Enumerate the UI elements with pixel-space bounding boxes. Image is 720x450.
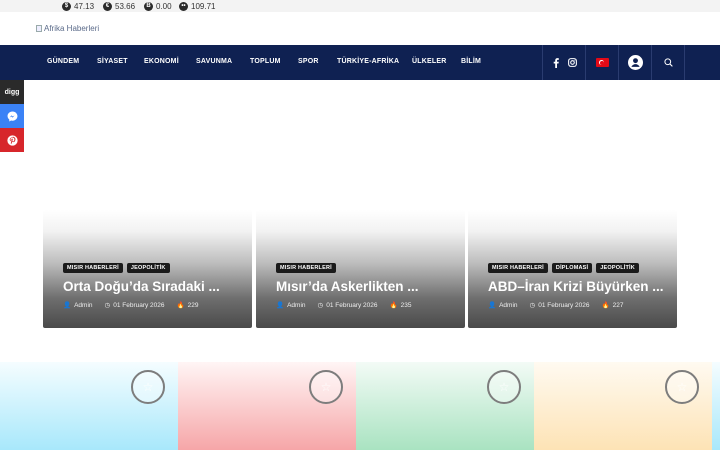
category-tile-green[interactable]: ☆ <box>356 362 534 450</box>
card-author[interactable]: Admin <box>499 302 517 309</box>
nav-item-bilim[interactable]: BİLİM <box>461 58 481 65</box>
language-flag-tr-icon[interactable] <box>586 45 618 80</box>
category-tile-blue[interactable]: ☆ <box>0 362 178 450</box>
news-card[interactable]: MISIR HABERLERİ Mısır’da Askerlikten ...… <box>256 210 465 328</box>
ticker-value: 47.13 <box>74 1 95 11</box>
star-icon: ☆ <box>131 370 165 404</box>
card-meta: 👤 Admin ◷ 01 February 2026 🔥 227 <box>488 301 635 310</box>
card-date: 01 February 2026 <box>326 301 378 309</box>
star-icon: ☆ <box>309 370 343 404</box>
main-navigation: GÜNDEM SİYASET EKONOMİ SAVUNMA TOPLUM SP… <box>0 45 720 80</box>
dollar-icon: $ <box>62 1 71 11</box>
facebook-icon[interactable] <box>549 45 563 80</box>
instagram-icon[interactable] <box>565 45 579 80</box>
card-author[interactable]: Admin <box>74 302 92 309</box>
currency-ticker: $ 47.13 € 53.66 B 0.00 •• 109.71 <box>0 0 720 12</box>
category-tag[interactable]: MISIR HABERLERİ <box>63 263 123 273</box>
category-tile-partial[interactable] <box>712 362 720 450</box>
euro-icon: € <box>103 1 112 11</box>
nav-item-turkiye-afrika[interactable]: TÜRKİYE-AFRİKA <box>337 58 399 65</box>
author-icon: 👤 <box>488 302 497 309</box>
ticker-value: 109.71 <box>191 1 216 11</box>
nav-item-ekonomi[interactable]: EKONOMİ <box>144 58 179 65</box>
clock-icon: ◷ <box>104 302 111 309</box>
star-icon: ☆ <box>665 370 699 404</box>
site-logo[interactable]: Afrika Haberleri <box>36 24 99 33</box>
nav-item-spor[interactable]: SPOR <box>298 58 319 65</box>
category-tag[interactable]: MISIR HABERLERİ <box>488 263 548 273</box>
category-tag[interactable]: JEOPOLİTİK <box>126 263 170 273</box>
logo-alt-text: Afrika Haberleri <box>44 24 100 33</box>
card-views: 235 <box>400 301 412 309</box>
share-digg-button[interactable]: digg <box>0 80 24 104</box>
ticker-item-btc: B 0.00 <box>144 1 172 11</box>
fire-icon: 🔥 <box>389 302 398 309</box>
card-date: 01 February 2026 <box>538 301 590 309</box>
star-icon: ☆ <box>487 370 521 404</box>
card-title[interactable]: Mısır’da Askerlikten ... <box>276 279 419 294</box>
nav-item-toplum[interactable]: TOPLUM <box>250 58 281 65</box>
card-title[interactable]: ABD–İran Krizi Büyürken ... <box>488 279 664 294</box>
nav-divider <box>542 45 543 80</box>
user-account-icon[interactable] <box>619 45 651 80</box>
broken-image-icon <box>36 25 42 32</box>
header-logo-area: Afrika Haberleri <box>0 12 720 45</box>
pinterest-icon <box>6 134 18 146</box>
news-card[interactable]: MISIR HABERLERİ DİPLOMASİ JEOPOLİTİK ABD… <box>468 210 677 328</box>
author-icon: 👤 <box>63 302 72 309</box>
fire-icon: 🔥 <box>176 302 185 309</box>
category-tag[interactable]: JEOPOLİTİK <box>596 263 639 273</box>
card-views: 227 <box>612 301 624 309</box>
category-tag[interactable]: DİPLOMASİ <box>551 263 593 273</box>
author-icon: 👤 <box>276 302 285 309</box>
category-tile-pink[interactable]: ☆ <box>178 362 356 450</box>
ticker-item-eur: € 53.66 <box>103 1 135 11</box>
card-title[interactable]: Orta Doğu’da Sıradaki ... <box>63 279 220 294</box>
category-tag[interactable]: MISIR HABERLERİ <box>276 263 336 273</box>
card-date: 01 February 2026 <box>113 301 165 309</box>
nav-divider <box>684 45 685 80</box>
share-messenger-button[interactable] <box>0 104 24 128</box>
nav-item-ulkeler[interactable]: ÜLKELER <box>412 58 446 65</box>
ticker-item-usd: $ 47.13 <box>62 1 94 11</box>
card-meta: 👤 Admin ◷ 01 February 2026 🔥 235 <box>276 301 423 310</box>
fire-icon: 🔥 <box>601 302 610 309</box>
category-tile-yellow[interactable]: ☆ <box>534 362 712 450</box>
ticker-value: 0.00 <box>156 1 172 11</box>
search-icon[interactable] <box>652 45 684 80</box>
bitcoin-icon: B <box>144 1 153 11</box>
clock-icon: ◷ <box>317 302 324 309</box>
digg-label: digg <box>4 88 20 96</box>
nav-item-siyaset[interactable]: SİYASET <box>97 58 128 65</box>
gold-icon: •• <box>179 1 188 11</box>
card-tags: MISIR HABERLERİ JEOPOLİTİK <box>63 263 170 273</box>
card-author[interactable]: Admin <box>287 302 305 309</box>
share-pinterest-button[interactable] <box>0 128 24 152</box>
card-meta: 👤 Admin ◷ 01 February 2026 🔥 229 <box>63 301 210 310</box>
card-views: 229 <box>187 301 199 309</box>
ticker-item-gold: •• 109.71 <box>179 1 215 11</box>
card-tags: MISIR HABERLERİ <box>276 263 336 273</box>
messenger-icon <box>7 110 17 122</box>
clock-icon: ◷ <box>529 302 536 309</box>
nav-item-gundem[interactable]: GÜNDEM <box>47 58 79 65</box>
news-card[interactable]: MISIR HABERLERİ JEOPOLİTİK Orta Doğu’da … <box>43 210 252 328</box>
nav-item-savunma[interactable]: SAVUNMA <box>196 58 232 65</box>
ticker-value: 53.66 <box>115 1 136 11</box>
card-tags: MISIR HABERLERİ DİPLOMASİ JEOPOLİTİK <box>488 263 639 273</box>
